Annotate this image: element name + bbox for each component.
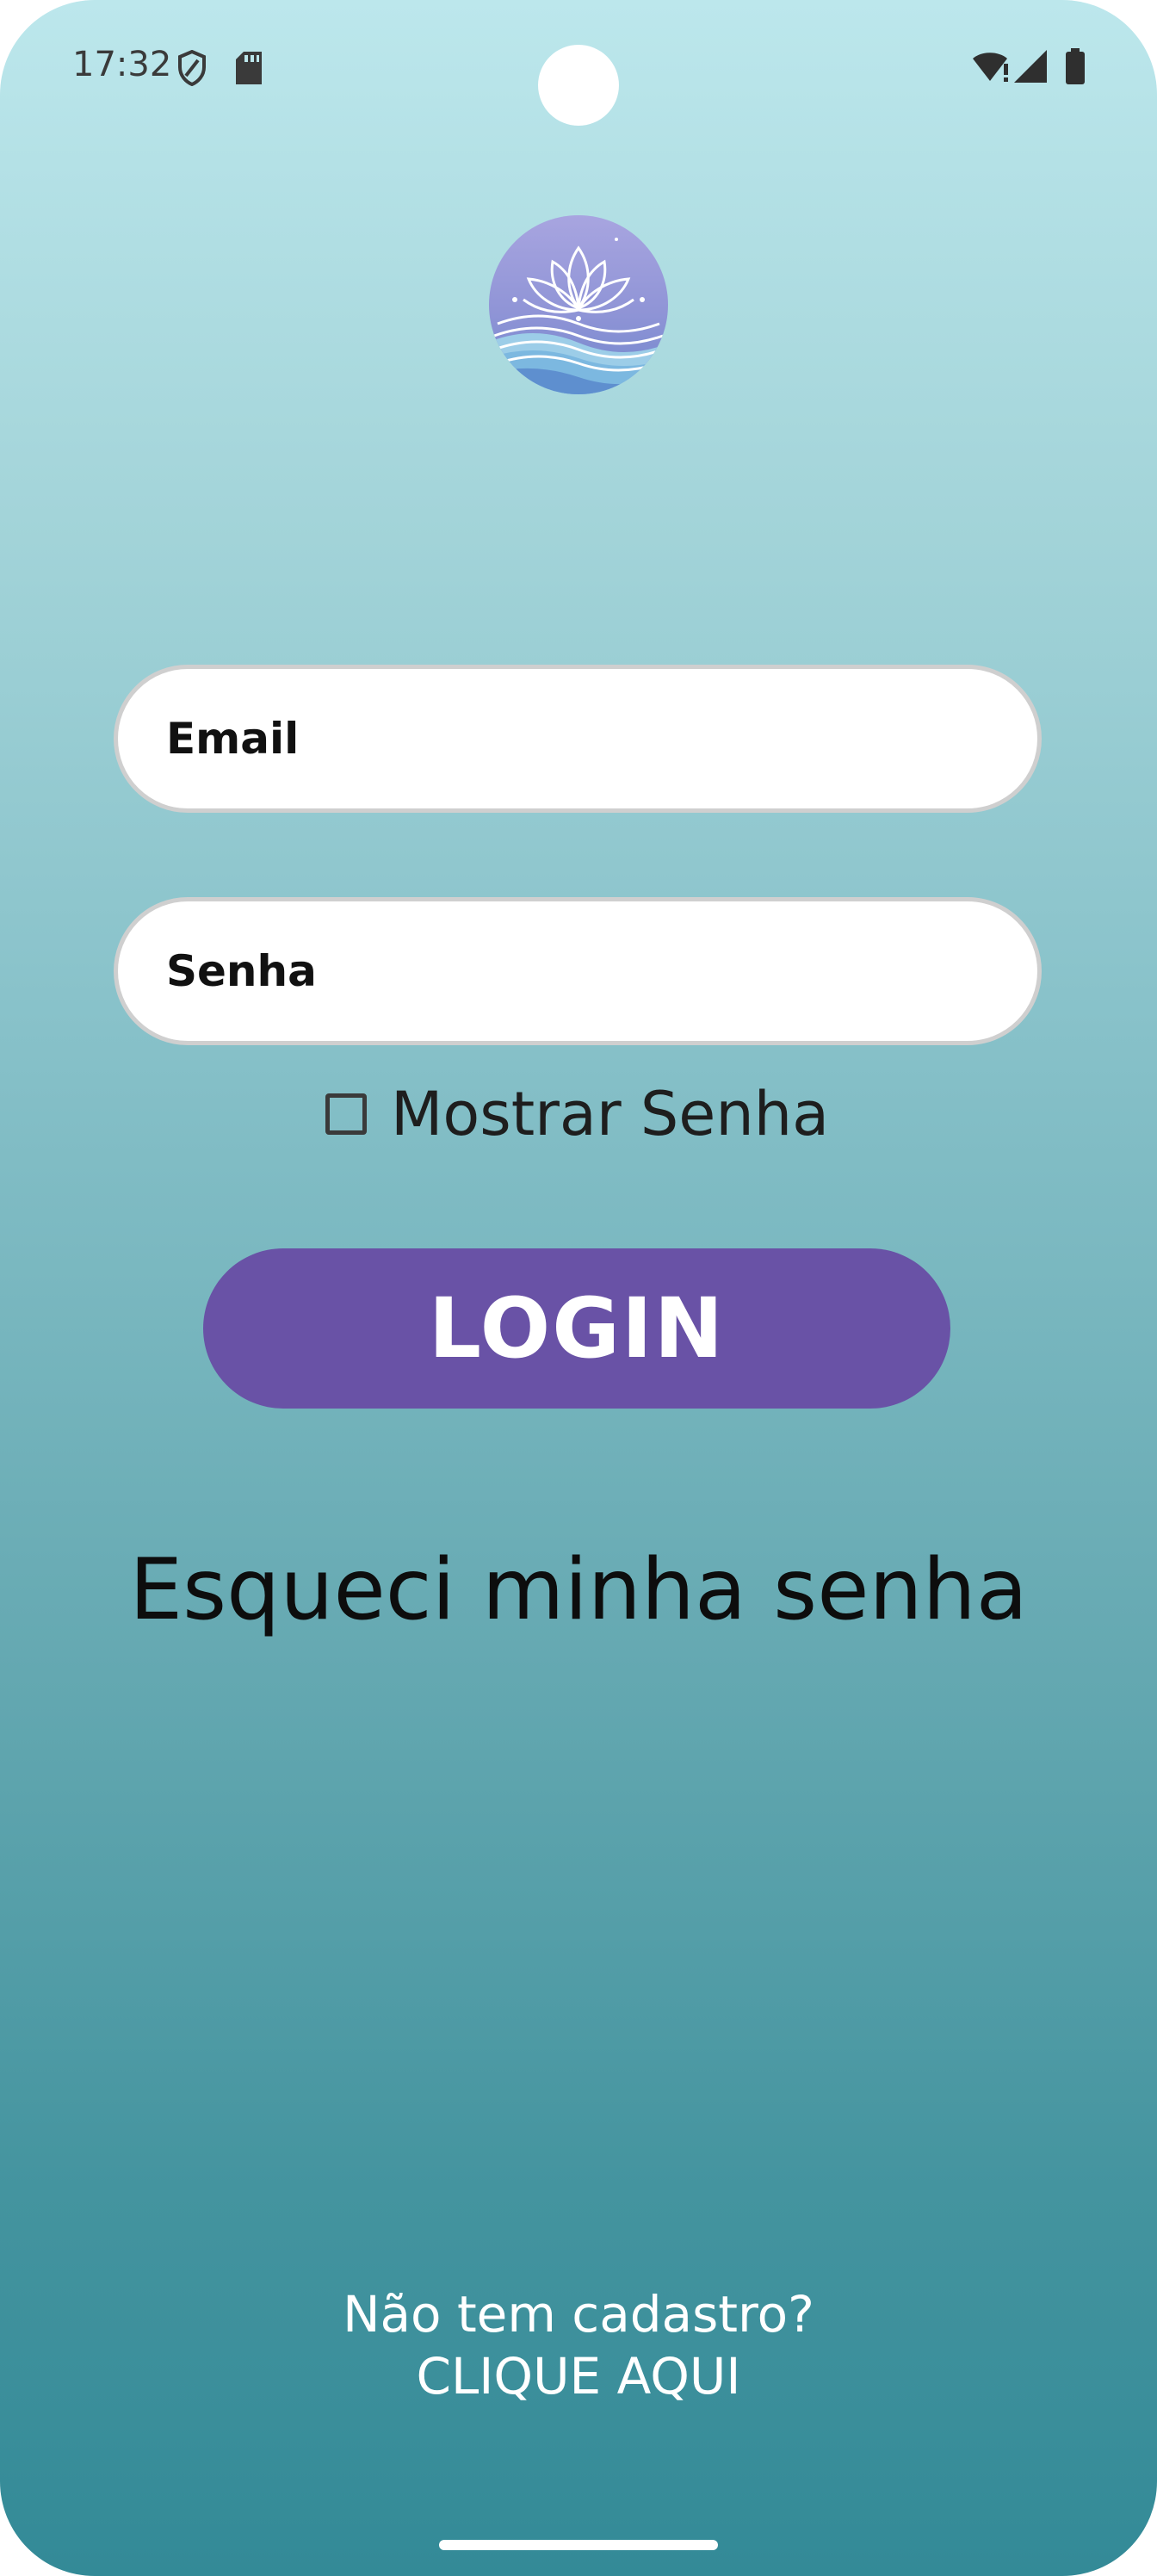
status-bar: 17:32 xyxy=(0,0,1157,138)
battery-icon xyxy=(1066,48,1085,84)
login-button[interactable]: LOGIN xyxy=(203,1248,950,1409)
lotus-waves-logo xyxy=(489,215,668,394)
shield-icon xyxy=(178,50,206,86)
password-field[interactable] xyxy=(114,897,1042,1045)
sd-card-icon xyxy=(236,52,262,84)
show-password-label: Mostrar Senha xyxy=(391,1079,829,1149)
signup-section: Não tem cadastro? CLIQUE AQUI xyxy=(0,2283,1157,2407)
show-password-checkbox[interactable] xyxy=(325,1093,367,1135)
front-camera xyxy=(538,45,619,126)
home-indicator[interactable] xyxy=(439,2540,718,2550)
signup-prompt: Não tem cadastro? xyxy=(343,2285,814,2344)
forgot-password-link[interactable]: Esqueci minha senha xyxy=(0,1541,1157,1639)
signup-link[interactable]: CLIQUE AQUI xyxy=(0,2345,1157,2407)
wifi-icon xyxy=(973,53,1008,82)
login-screen: 17:32 Email Mostrar Senha LOGIN Esqueci … xyxy=(0,0,1157,2576)
signal-icon xyxy=(1014,50,1047,83)
email-field[interactable] xyxy=(114,665,1042,813)
show-password-toggle[interactable]: Mostrar Senha xyxy=(325,1079,829,1149)
status-time: 17:32 xyxy=(72,45,172,84)
